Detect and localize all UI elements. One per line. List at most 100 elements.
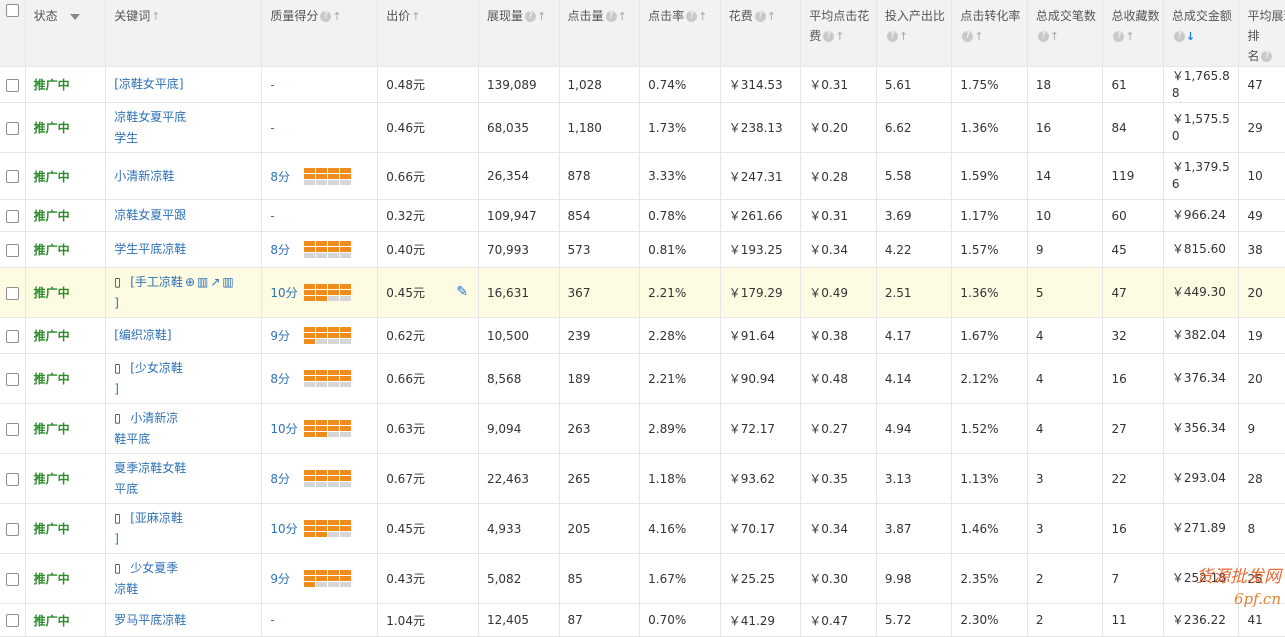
- help-icon[interactable]: ?: [962, 31, 974, 42]
- keyword-text[interactable]: [编织凉鞋]: [114, 328, 171, 342]
- row-checkbox[interactable]: [5, 614, 19, 627]
- help-icon[interactable]: ?: [1113, 31, 1125, 42]
- sort-up-icon[interactable]: ↑: [767, 7, 776, 27]
- header-quality[interactable]: 质量得分? ↑: [261, 0, 379, 67]
- keyword-cell[interactable]: [编织凉鞋]: [105, 317, 263, 354]
- keyword-text[interactable]: 凉鞋女夏平底: [114, 110, 186, 124]
- sort-up-icon[interactable]: ↑: [698, 7, 707, 27]
- bid-cell[interactable]: 1.04元: [377, 603, 479, 637]
- sort-up-icon[interactable]: ↑: [1125, 27, 1134, 47]
- sort-up-icon[interactable]: ↑: [537, 7, 546, 27]
- table-row[interactable]: 推广中 [凉鞋女平底] - 0.48元 139,089 1,028 0.74% ￥314.53…: [0, 66, 1285, 103]
- keyword-cell[interactable]: 凉鞋女夏平底 学生: [105, 102, 263, 153]
- bid-cell[interactable]: 0.46元: [377, 102, 479, 153]
- bid-cell[interactable]: 0.62元: [377, 317, 479, 354]
- row-checkbox[interactable]: [5, 243, 19, 257]
- keyword-cell[interactable]: 罗马平底凉鞋: [105, 603, 263, 637]
- keyword-cell[interactable]: ▯ 少女夏季 凉鞋: [105, 553, 263, 604]
- keyword-text[interactable]: 罗马平底凉鞋: [114, 613, 186, 627]
- row-checkbox[interactable]: [5, 572, 19, 586]
- bid-cell[interactable]: 0.66元: [377, 353, 479, 404]
- header-ctr[interactable]: 点击率? ↑: [639, 0, 721, 67]
- table-row[interactable]: 推广中 学生平底凉鞋 8分 0.40元 70,993 573 0.81% ￥193.25 ￥0.…: [0, 231, 1285, 268]
- header-orders[interactable]: 总成交笔数? ↑: [1027, 0, 1104, 67]
- help-icon[interactable]: ?: [823, 31, 835, 42]
- keyword-cell[interactable]: ▯ [亚麻凉鞋]: [105, 503, 263, 554]
- table-row[interactable]: 推广中 ▯ [手工凉鞋 ⊕ ▥ ↗ ▥] 10分 0.45元 ✎ 16,631 367 2.21% ￥17…: [0, 267, 1285, 318]
- bid-cell[interactable]: 0.66元: [377, 152, 479, 200]
- bid-cell[interactable]: 0.45元: [377, 503, 479, 554]
- keyword-cell[interactable]: 学生平底凉鞋: [105, 231, 263, 268]
- row-checkbox[interactable]: [5, 329, 19, 343]
- keyword-text[interactable]: [手工凉鞋: [130, 275, 183, 289]
- help-icon[interactable]: ?: [886, 31, 898, 42]
- table-row[interactable]: 推广中 [编织凉鞋] 9分 0.62元 10,500 239 2.28% ￥91.64 ￥0.3…: [0, 317, 1285, 354]
- pencil-icon[interactable]: ✎: [456, 284, 468, 300]
- keyword-text[interactable]: 凉鞋女夏平跟: [114, 208, 186, 222]
- bid-cell[interactable]: 0.48元: [377, 66, 479, 103]
- delete-icon[interactable]: ▥: [222, 272, 233, 293]
- header-rank[interactable]: 平均展现排名?: [1238, 0, 1285, 67]
- header-clicks[interactable]: 点击量? ↑: [559, 0, 641, 67]
- header-keyword[interactable]: 关键词↑: [105, 0, 263, 67]
- sort-up-icon[interactable]: ↑: [899, 27, 908, 47]
- bid-cell[interactable]: 0.40元: [377, 231, 479, 268]
- row-checkbox[interactable]: [5, 209, 19, 223]
- bid-cell[interactable]: 0.67元: [377, 453, 479, 504]
- header-cvr[interactable]: 点击转化率? ↑: [951, 0, 1028, 67]
- sort-up-icon[interactable]: ↑: [411, 7, 420, 27]
- chevron-down-icon[interactable]: [69, 13, 80, 20]
- keyword-cell[interactable]: 夏季凉鞋女鞋 平底: [105, 453, 263, 504]
- bid-cell[interactable]: 0.45元 ✎: [377, 267, 479, 318]
- keyword-text[interactable]: 少女夏季: [130, 561, 178, 575]
- row-checkbox[interactable]: [5, 472, 19, 486]
- header-impressions[interactable]: 展现量? ↑: [478, 0, 560, 67]
- keyword-cell[interactable]: ▯ [少女凉鞋]: [105, 353, 263, 404]
- select-all-checkbox[interactable]: [5, 4, 19, 17]
- help-icon[interactable]: ?: [320, 11, 332, 22]
- keyword-text[interactable]: 小清新凉: [130, 411, 178, 425]
- help-icon[interactable]: ?: [754, 11, 766, 22]
- table-row[interactable]: 推广中 ▯ 少女夏季 凉鞋 9分 0.43元 5,082 85 1.67% ￥25.25 ￥0.30…: [0, 553, 1285, 604]
- header-favorites[interactable]: 总收藏数? ↑: [1102, 0, 1164, 67]
- table-row[interactable]: 推广中 ▯ [少女凉鞋] 8分 0.66元 8,568 189 2.21% ￥90.94 ￥0.4…: [0, 353, 1285, 404]
- row-checkbox[interactable]: [5, 78, 19, 92]
- header-avg-cpc[interactable]: 平均点击花费? ↑: [800, 0, 877, 67]
- sort-up-icon[interactable]: ↑: [151, 7, 160, 27]
- table-row[interactable]: 推广中 罗马平底凉鞋 - 1.04元 12,405 87 0.70% ￥41.29 ￥0.47 5…: [0, 603, 1285, 637]
- table-row[interactable]: 推广中 ▯ [亚麻凉鞋] 10分 0.45元 4,933 205 4.16% ￥70.17 ￥0.…: [0, 503, 1285, 554]
- keyword-cell[interactable]: 小清新凉鞋: [105, 152, 263, 200]
- table-row[interactable]: 推广中 ▯ 小清新凉 鞋平底 10分 0.63元 9,094 263 2.89% ￥72.17 ￥0…: [0, 403, 1285, 454]
- row-checkbox[interactable]: [5, 522, 19, 536]
- bid-cell[interactable]: 0.43元: [377, 553, 479, 604]
- sort-up-icon[interactable]: ↑: [835, 27, 844, 47]
- table-row[interactable]: 推广中 夏季凉鞋女鞋 平底 8分 0.67元 22,463 265 1.18% ￥93.62 ￥0…: [0, 453, 1285, 504]
- keyword-cell[interactable]: ▯ 小清新凉 鞋平底: [105, 403, 263, 454]
- trend-chart-icon[interactable]: ↗: [210, 272, 220, 293]
- sort-up-icon[interactable]: ↑: [618, 7, 627, 27]
- keyword-cell[interactable]: ▯ [手工凉鞋 ⊕ ▥ ↗ ▥]: [105, 267, 263, 318]
- keyword-text[interactable]: [凉鞋女平底]: [114, 77, 183, 91]
- row-checkbox[interactable]: [5, 121, 19, 135]
- keyword-cell[interactable]: 凉鞋女夏平跟: [105, 199, 263, 232]
- bid-cell[interactable]: 0.63元: [377, 403, 479, 454]
- header-cost[interactable]: 花费? ↑: [720, 0, 802, 67]
- keyword-text[interactable]: [少女凉鞋: [130, 361, 183, 375]
- header-roi[interactable]: 投入产出比? ↑: [876, 0, 953, 67]
- help-icon[interactable]: ?: [1173, 31, 1185, 42]
- globe-icon[interactable]: ⊕: [185, 272, 195, 293]
- sort-up-icon[interactable]: ↑: [974, 27, 983, 47]
- report-icon[interactable]: ▥: [197, 272, 208, 293]
- keyword-text[interactable]: 夏季凉鞋女鞋: [114, 461, 186, 475]
- header-bid[interactable]: 出价↑: [377, 0, 479, 67]
- keyword-text[interactable]: 学生平底凉鞋: [114, 242, 186, 256]
- table-row[interactable]: 推广中 凉鞋女夏平底 学生 -0.46元 68,035 1,180 1.73% ￥238.13…: [0, 102, 1285, 153]
- header-gmv[interactable]: 总成交金额? ↓: [1163, 0, 1240, 67]
- sort-up-icon[interactable]: ↑: [1050, 27, 1059, 47]
- keyword-cell[interactable]: [凉鞋女平底]: [105, 66, 263, 103]
- sort-down-icon[interactable]: ↓: [1186, 27, 1195, 47]
- keyword-text[interactable]: [亚麻凉鞋: [130, 511, 183, 525]
- row-checkbox[interactable]: [5, 286, 19, 300]
- keyword-text[interactable]: 小清新凉鞋: [114, 169, 174, 183]
- help-icon[interactable]: ?: [524, 11, 536, 22]
